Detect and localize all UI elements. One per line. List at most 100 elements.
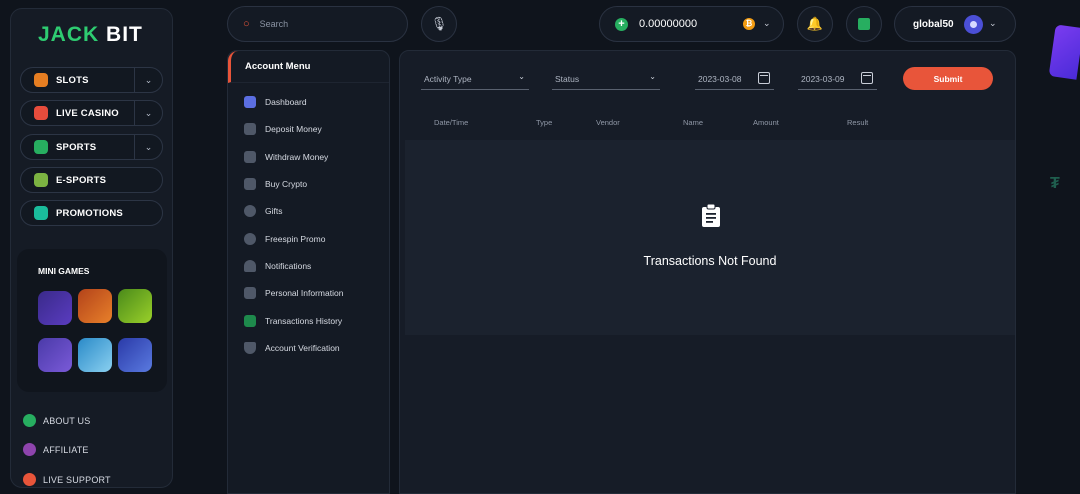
cart-icon bbox=[244, 178, 256, 190]
balance-amount: 0.00000000 bbox=[639, 18, 698, 30]
mini-game-dice-icon[interactable] bbox=[38, 338, 72, 372]
dashboard-icon bbox=[244, 96, 256, 108]
logo[interactable]: JACK BIT bbox=[38, 23, 143, 47]
live-support-label: LIVE SUPPORT bbox=[43, 474, 111, 485]
chevron-down-icon[interactable]: ⌄ bbox=[763, 18, 771, 29]
clipboard-icon bbox=[702, 204, 720, 227]
esports-icon bbox=[34, 173, 48, 187]
activity-type-label: Activity Type bbox=[424, 73, 472, 84]
date-to-field[interactable]: 2023-03-09 bbox=[798, 68, 877, 90]
live-casino-icon bbox=[34, 106, 48, 120]
account-item-freespin[interactable]: Freespin Promo bbox=[244, 233, 325, 245]
account-item-verification[interactable]: Account Verification bbox=[244, 342, 340, 354]
column-header-result: Result bbox=[847, 118, 869, 127]
balance-selector[interactable]: + 0.00000000 ₿ ⌄ bbox=[599, 6, 784, 42]
activity-type-select[interactable]: Activity Type ⌄ bbox=[421, 68, 529, 90]
column-header-datetime: Date/Time bbox=[434, 118, 469, 127]
gift-box-icon bbox=[858, 18, 870, 30]
chevron-down-icon: ⌄ bbox=[649, 72, 656, 81]
footer-affiliate[interactable]: AFFILIATE bbox=[23, 443, 89, 456]
nav-esports-label: E-SPORTS bbox=[56, 174, 107, 186]
user-menu[interactable]: global50 ⌄ bbox=[894, 6, 1016, 42]
nav-sports[interactable]: SPORTS ⌄ bbox=[20, 134, 163, 160]
account-item-label: Transactions History bbox=[265, 316, 343, 326]
nav-live-casino[interactable]: LIVE CASINO ⌄ bbox=[20, 100, 163, 126]
account-menu-header: Account Menu bbox=[228, 51, 389, 83]
mini-game-yeti-icon[interactable] bbox=[78, 338, 112, 372]
mini-games-title: MINI GAMES bbox=[38, 266, 90, 276]
account-item-transactions[interactable]: Transactions History bbox=[244, 315, 342, 327]
status-select[interactable]: Status ⌄ bbox=[552, 68, 660, 90]
bell-icon bbox=[244, 260, 256, 272]
chevron-down-icon[interactable]: ⌄ bbox=[134, 135, 162, 159]
about-us-label: ABOUT US bbox=[43, 415, 91, 426]
nav-promotions-label: PROMOTIONS bbox=[56, 207, 123, 219]
person-icon bbox=[244, 287, 256, 299]
search-input[interactable] bbox=[259, 19, 380, 29]
account-item-label: Personal Information bbox=[265, 288, 344, 298]
avatar bbox=[964, 15, 983, 34]
search-icon: ○ bbox=[243, 18, 250, 30]
about-us-icon bbox=[23, 414, 36, 427]
account-item-label: Gifts bbox=[265, 206, 283, 216]
logo-part-jack: JACK bbox=[38, 23, 100, 46]
bell-icon: 🔔 bbox=[806, 16, 824, 31]
mini-game-crash-icon[interactable] bbox=[78, 289, 112, 323]
deposit-icon bbox=[244, 123, 256, 135]
logo-part-bit: BIT bbox=[106, 23, 143, 46]
gift-icon bbox=[244, 205, 256, 217]
calendar-icon[interactable] bbox=[758, 72, 770, 84]
chevron-down-icon[interactable]: ⌄ bbox=[134, 101, 162, 125]
nav-sports-label: SPORTS bbox=[56, 141, 97, 153]
empty-state: Transactions Not Found bbox=[405, 140, 1015, 335]
mic-button[interactable]: 🎙 bbox=[421, 6, 457, 42]
column-header-vendor: Vendor bbox=[596, 118, 620, 127]
mic-icon: 🎙 bbox=[430, 16, 448, 31]
account-item-personal-info[interactable]: Personal Information bbox=[244, 287, 343, 299]
account-item-notifications[interactable]: Notifications bbox=[244, 260, 311, 272]
search-box[interactable]: ○ bbox=[227, 6, 408, 42]
account-menu: Account Menu Dashboard Deposit Money Wit… bbox=[227, 50, 390, 494]
column-header-name: Name bbox=[683, 118, 704, 127]
promotions-icon bbox=[34, 206, 48, 220]
account-item-buy-crypto[interactable]: Buy Crypto bbox=[244, 178, 307, 190]
chevron-down-icon[interactable]: ⌄ bbox=[989, 18, 997, 29]
account-item-label: Notifications bbox=[265, 261, 312, 271]
account-item-gifts[interactable]: Gifts bbox=[244, 205, 282, 217]
notifications-button[interactable]: 🔔 bbox=[797, 6, 833, 42]
mini-game-cards-icon[interactable] bbox=[118, 338, 152, 372]
mini-game-dino-icon[interactable] bbox=[118, 289, 152, 323]
account-item-deposit[interactable]: Deposit Money bbox=[244, 123, 322, 135]
footer-about-us[interactable]: ABOUT US bbox=[23, 414, 90, 427]
bitcoin-icon: ₿ bbox=[743, 18, 755, 30]
nav-promotions[interactable]: PROMOTIONS bbox=[20, 200, 163, 226]
withdraw-icon bbox=[244, 151, 256, 163]
username: global50 bbox=[913, 18, 954, 30]
account-item-label: Account Verification bbox=[265, 343, 340, 353]
transactions-panel: Activity Type ⌄ Status ⌄ 2023-03-08 2023… bbox=[399, 50, 1016, 494]
submit-button[interactable]: Submit bbox=[903, 67, 993, 90]
affiliate-icon bbox=[23, 443, 36, 456]
date-from-field[interactable]: 2023-03-08 bbox=[695, 68, 774, 90]
empty-message: Transactions Not Found bbox=[643, 254, 777, 268]
account-item-label: Deposit Money bbox=[265, 124, 322, 134]
footer-live-support[interactable]: LIVE SUPPORT bbox=[23, 473, 111, 486]
account-item-label: Dashboard bbox=[265, 97, 307, 107]
nav-esports[interactable]: E-SPORTS bbox=[20, 167, 163, 193]
rewards-button[interactable] bbox=[846, 6, 882, 42]
calendar-icon[interactable] bbox=[861, 72, 873, 84]
mini-games-panel: MINI GAMES bbox=[17, 249, 167, 392]
account-menu-title: Account Menu bbox=[245, 61, 311, 72]
account-item-withdraw[interactable]: Withdraw Money bbox=[244, 151, 328, 163]
sidebar: JACK BIT SLOTS ⌄ LIVE CASINO ⌄ SPORTS ⌄ … bbox=[10, 8, 173, 488]
mini-game-plinko-icon[interactable] bbox=[38, 291, 72, 325]
chevron-down-icon[interactable]: ⌄ bbox=[134, 68, 162, 92]
nav-slots[interactable]: SLOTS ⌄ bbox=[20, 67, 163, 93]
slots-icon bbox=[34, 73, 48, 87]
column-header-type: Type bbox=[536, 118, 553, 127]
nav-live-casino-label: LIVE CASINO bbox=[56, 107, 119, 119]
deposit-plus-icon[interactable]: + bbox=[615, 17, 628, 31]
account-item-dashboard[interactable]: Dashboard bbox=[244, 96, 307, 108]
account-item-label: Buy Crypto bbox=[265, 179, 308, 189]
nav-slots-label: SLOTS bbox=[56, 74, 89, 86]
